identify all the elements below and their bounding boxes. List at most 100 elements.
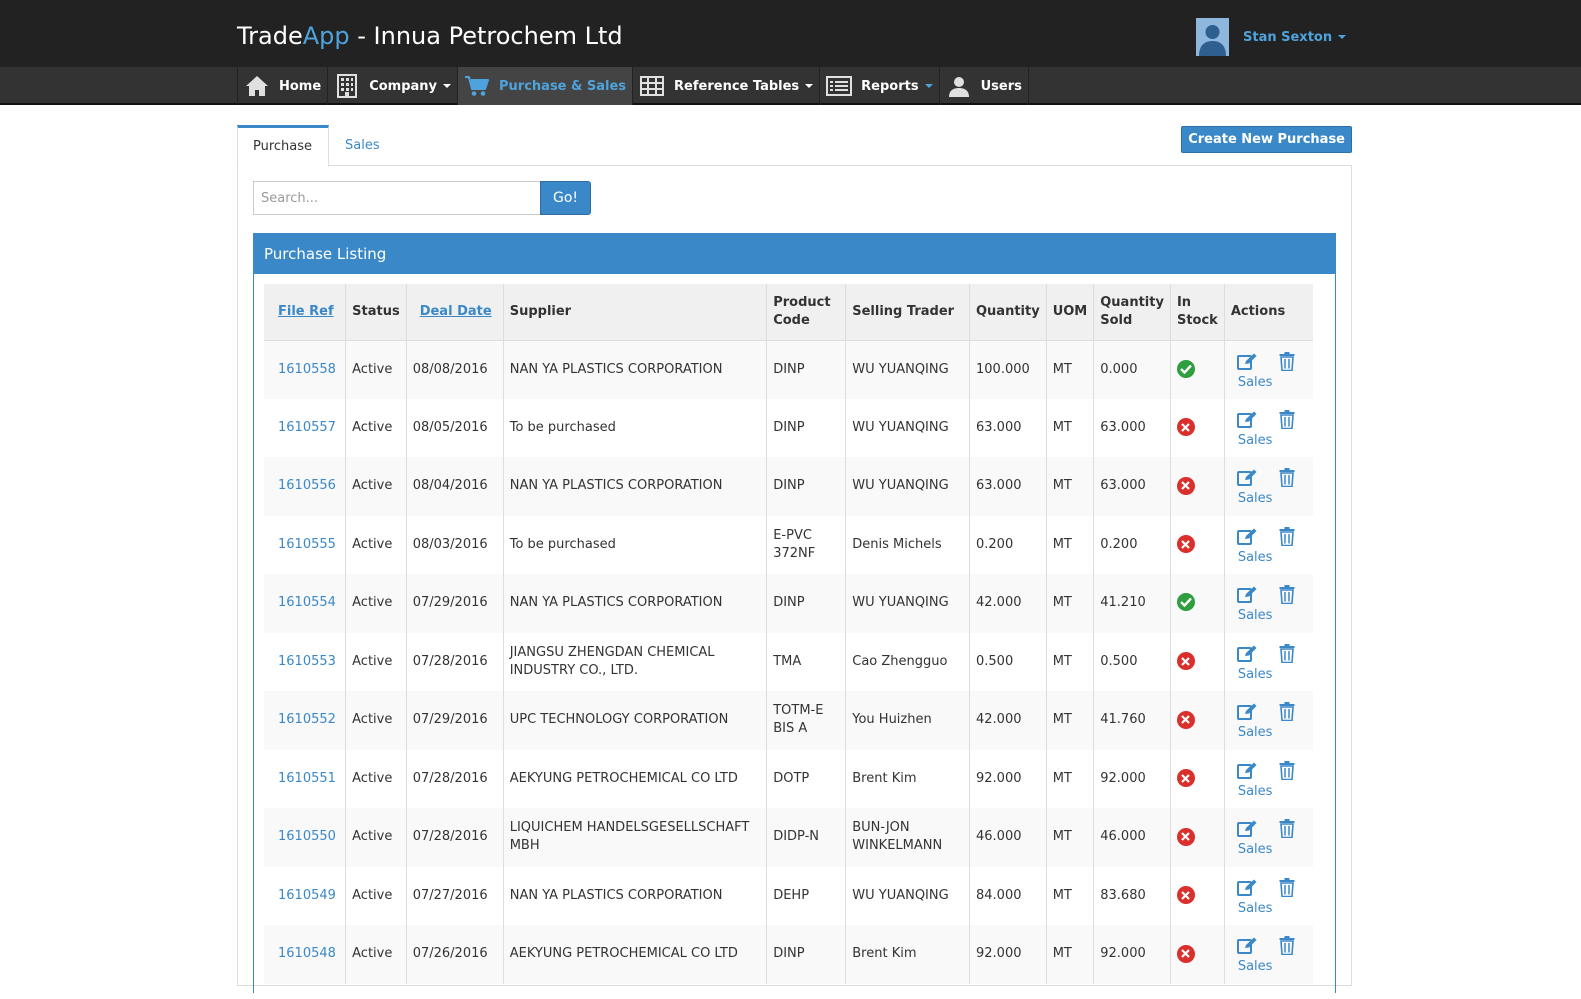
table-icon: [639, 74, 665, 98]
tab-purchase[interactable]: Purchase: [237, 125, 329, 167]
sales-link[interactable]: Sales: [1238, 783, 1273, 801]
deal-date-cell: 08/04/2016: [406, 457, 504, 516]
chevron-down-icon: [924, 84, 933, 88]
trash-icon[interactable]: [1279, 819, 1295, 844]
file-ref-link[interactable]: 1610549: [264, 866, 347, 925]
nav-company[interactable]: Company: [328, 67, 459, 105]
actions-cell: Sales: [1224, 574, 1313, 633]
product-code-cell: DIDP-N: [766, 808, 847, 867]
out-of-stock-x-icon: [1176, 418, 1195, 436]
sort-file-ref-link[interactable]: File Ref: [278, 304, 334, 319]
sales-link[interactable]: Sales: [1238, 607, 1273, 625]
trash-icon[interactable]: [1279, 702, 1295, 727]
in-stock-cell: [1170, 398, 1225, 457]
actions-cell: Sales: [1224, 691, 1313, 750]
sort-deal-date-link[interactable]: Deal Date: [420, 304, 492, 319]
nav-reference-tables[interactable]: Reference Tables: [633, 67, 821, 105]
in-stock-cell: [1170, 340, 1225, 399]
file-ref-link[interactable]: 1610553: [264, 632, 347, 691]
nav-home[interactable]: Home: [237, 67, 329, 105]
quantity-cell: 42.000: [969, 574, 1047, 633]
table-header-row: File Ref Status Deal Date Supplier Produ…: [264, 284, 1313, 341]
col-deal-date[interactable]: Deal Date: [406, 284, 504, 341]
trash-icon[interactable]: [1279, 468, 1295, 493]
nav-home-label: Home: [279, 78, 322, 94]
nav-purchase-sales[interactable]: Purchase & Sales: [458, 67, 634, 105]
sales-link[interactable]: Sales: [1238, 841, 1273, 859]
trash-icon[interactable]: [1279, 351, 1295, 377]
main-nav: Home Company Purchase & Sales Reference …: [0, 67, 1581, 105]
trash-icon[interactable]: [1279, 760, 1295, 786]
trash-icon[interactable]: [1279, 526, 1295, 552]
selling-trader-cell: WU YUANQING: [845, 457, 970, 516]
sales-link[interactable]: Sales: [1238, 958, 1273, 976]
file-ref-link[interactable]: 1610557: [264, 398, 347, 457]
trash-icon[interactable]: [1279, 643, 1295, 669]
quantity-cell: 100.000: [969, 340, 1047, 399]
table-row: 1610558 Active 08/08/2016 NAN YA PLASTICS C…: [264, 340, 1313, 399]
uom-cell: MT: [1046, 632, 1095, 691]
quantity-cell: 0.200: [969, 515, 1047, 574]
col-in-stock-line2: Stock: [1176, 312, 1218, 328]
deal-date-cell: 08/03/2016: [406, 515, 504, 574]
file-ref-link[interactable]: 1610551: [264, 749, 347, 808]
create-new-purchase-button[interactable]: Create New Purchase: [1181, 126, 1352, 153]
nav-reports[interactable]: Reports: [820, 67, 940, 105]
file-ref-link[interactable]: 1610548: [264, 925, 347, 984]
sales-link[interactable]: Sales: [1238, 900, 1273, 918]
trash-icon[interactable]: [1279, 877, 1295, 903]
trash-icon[interactable]: [1279, 585, 1295, 610]
file-ref-link[interactable]: 1610552: [264, 691, 347, 750]
in-stock-cell: [1170, 808, 1225, 867]
sales-link[interactable]: Sales: [1238, 432, 1273, 450]
chevron-down-icon: [1338, 35, 1347, 39]
app-brand[interactable]: TradeApp - Innua Petrochem Ltd: [237, 22, 623, 50]
sales-link[interactable]: Sales: [1238, 724, 1273, 742]
nav-users[interactable]: Users: [940, 67, 1029, 105]
sales-link[interactable]: Sales: [1238, 374, 1273, 392]
col-in-stock-line1: In: [1176, 294, 1192, 310]
status-cell: Active: [345, 866, 407, 925]
col-quantity-sold: Quantity Sold: [1093, 284, 1171, 341]
user-name[interactable]: Stan Sexton: [1243, 30, 1347, 45]
file-ref-link[interactable]: 1610556: [264, 457, 347, 516]
out-of-stock-x-icon: [1176, 769, 1195, 787]
quantity-sold-cell: 0.000: [1093, 340, 1171, 399]
deal-date-cell: 07/28/2016: [406, 749, 504, 808]
file-ref-link[interactable]: 1610558: [264, 340, 347, 399]
file-ref-link[interactable]: 1610550: [264, 808, 347, 867]
col-in-stock: In Stock: [1170, 284, 1225, 341]
file-ref-link[interactable]: 1610555: [264, 515, 347, 574]
quantity-cell: 92.000: [969, 925, 1047, 984]
col-product-code-line1: Product: [773, 294, 831, 310]
col-file-ref[interactable]: File Ref: [264, 284, 347, 341]
table-row: 1610555 Active 08/03/2016 To be purchased E-…: [264, 515, 1313, 574]
user-menu[interactable]: Stan Sexton: [1196, 18, 1347, 56]
trash-icon[interactable]: [1279, 409, 1295, 435]
quantity-cell: 46.000: [969, 808, 1047, 867]
col-quantity: Quantity: [969, 284, 1047, 341]
col-product-code: Product Code: [766, 284, 847, 341]
out-of-stock-x-icon: [1176, 710, 1195, 729]
sales-link[interactable]: Sales: [1238, 549, 1273, 567]
sales-link[interactable]: Sales: [1238, 666, 1273, 684]
go-button[interactable]: Go!: [540, 181, 591, 215]
trash-icon[interactable]: [1279, 936, 1295, 961]
table-row: 1610551 Active 07/28/2016 AEKYUNG PETROCHEM…: [264, 749, 1313, 808]
actions-cell: Sales: [1224, 749, 1313, 808]
quantity-sold-cell: 92.000: [1093, 925, 1171, 984]
supplier-cell: UPC TECHNOLOGY CORPORATION: [503, 691, 768, 750]
tab-sales[interactable]: Sales: [330, 125, 395, 166]
deal-date-cell: 07/27/2016: [406, 866, 504, 925]
supplier-cell: NAN YA PLASTICS CORPORATION: [503, 866, 768, 925]
file-ref-link[interactable]: 1610554: [264, 574, 347, 633]
selling-trader-cell: WU YUANQING: [845, 340, 970, 399]
actions-cell: Sales: [1224, 808, 1313, 867]
status-cell: Active: [345, 340, 407, 399]
col-uom: UOM: [1046, 284, 1095, 341]
shopping-cart-icon: [464, 74, 490, 98]
search-input[interactable]: [253, 181, 540, 215]
sales-link[interactable]: Sales: [1238, 490, 1273, 508]
supplier-cell: To be purchased: [503, 515, 768, 574]
status-cell: Active: [345, 457, 407, 516]
